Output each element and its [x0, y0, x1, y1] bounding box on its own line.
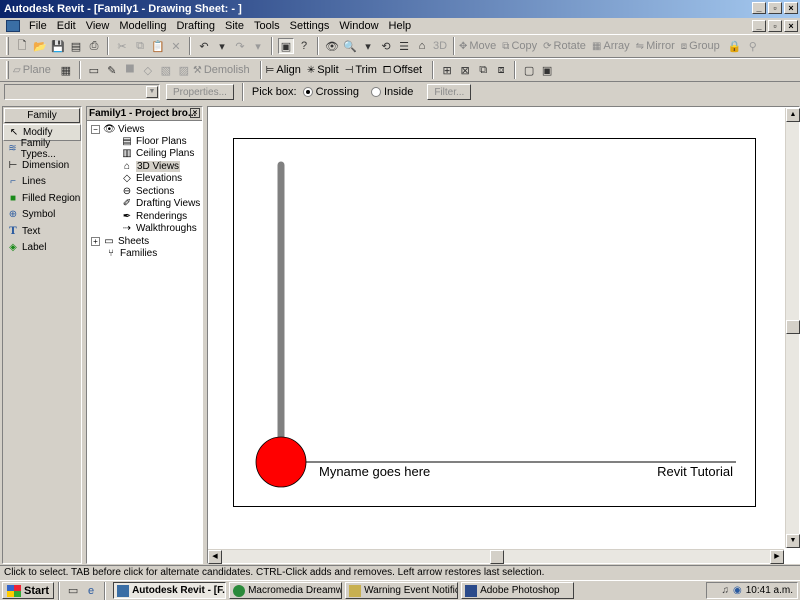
- horizontal-scrollbar[interactable]: ◀ ▶: [208, 549, 784, 564]
- scroll-right-icon[interactable]: ▶: [770, 550, 784, 564]
- show-desktop-icon[interactable]: ▭: [65, 583, 81, 599]
- horizontal-scroll-thumb[interactable]: [490, 550, 504, 564]
- vertical-scroll-thumb[interactable]: [786, 320, 800, 334]
- task-dreamweaver[interactable]: Macromedia Dreamwe...: [229, 582, 343, 599]
- internet-explorer-icon[interactable]: e: [83, 583, 99, 599]
- windows-logo-icon: [7, 584, 21, 597]
- photoshop-icon: [465, 584, 478, 597]
- scroll-down-icon[interactable]: ▼: [786, 534, 800, 548]
- task-photoshop[interactable]: Adobe Photoshop: [461, 582, 575, 599]
- task-revit[interactable]: Autodesk Revit - [F...: [113, 582, 227, 599]
- sheet-title-text: Revit Tutorial: [657, 464, 733, 479]
- network-icon[interactable]: ◉: [733, 585, 742, 596]
- sheet-graphics: [255, 161, 736, 488]
- sheet-name-text: Myname goes here: [319, 464, 431, 479]
- taskbar: Start ▭ e Autodesk Revit - [F... Macrome…: [0, 580, 800, 600]
- task-warning-event[interactable]: Warning Event Notific...: [345, 582, 459, 599]
- revit-icon: [117, 584, 130, 597]
- vertical-scrollbar[interactable]: ▲ ▼: [785, 108, 800, 548]
- status-bar: Click to select. TAB before click for al…: [0, 565, 800, 580]
- clock: 10:41 a.m.: [745, 585, 793, 596]
- red-circle-marker: [255, 436, 307, 488]
- dreamweaver-icon: [233, 584, 246, 597]
- scroll-up-icon[interactable]: ▲: [786, 108, 800, 122]
- tray-app-icon[interactable]: ♫: [722, 585, 730, 596]
- scroll-left-icon[interactable]: ◀: [208, 550, 222, 564]
- start-button[interactable]: Start: [2, 582, 55, 599]
- warning-icon: [349, 584, 362, 597]
- system-tray: ♫ ◉ 10:41 a.m.: [706, 582, 798, 599]
